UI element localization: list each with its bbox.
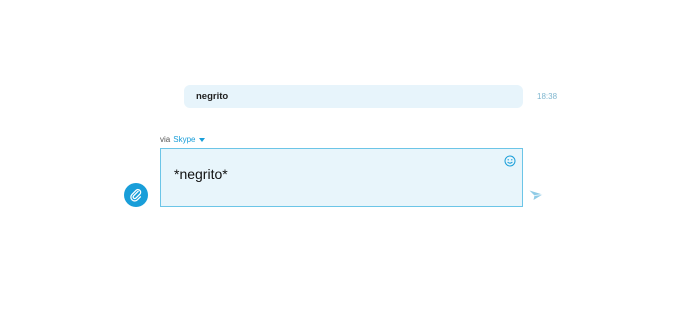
via-service-selector: via Skype bbox=[160, 135, 206, 144]
message-input[interactable]: *negrito* bbox=[160, 148, 523, 207]
service-name: Skype bbox=[173, 135, 196, 144]
message-input-text[interactable]: *negrito* bbox=[174, 166, 228, 182]
paperclip-icon bbox=[130, 188, 142, 202]
smiley-icon[interactable] bbox=[504, 155, 516, 167]
chat-window: negrito 18:38 via Skype *negrito* bbox=[0, 0, 695, 335]
message-bubble: negrito bbox=[184, 85, 523, 108]
service-dropdown[interactable]: Skype bbox=[173, 135, 195, 144]
message-text: negrito bbox=[196, 91, 229, 102]
send-icon[interactable] bbox=[529, 189, 543, 201]
chevron-down-icon[interactable] bbox=[199, 138, 206, 142]
via-label: via bbox=[160, 135, 171, 144]
message-timestamp: 18:38 bbox=[537, 92, 558, 101]
attach-button[interactable] bbox=[124, 183, 148, 207]
